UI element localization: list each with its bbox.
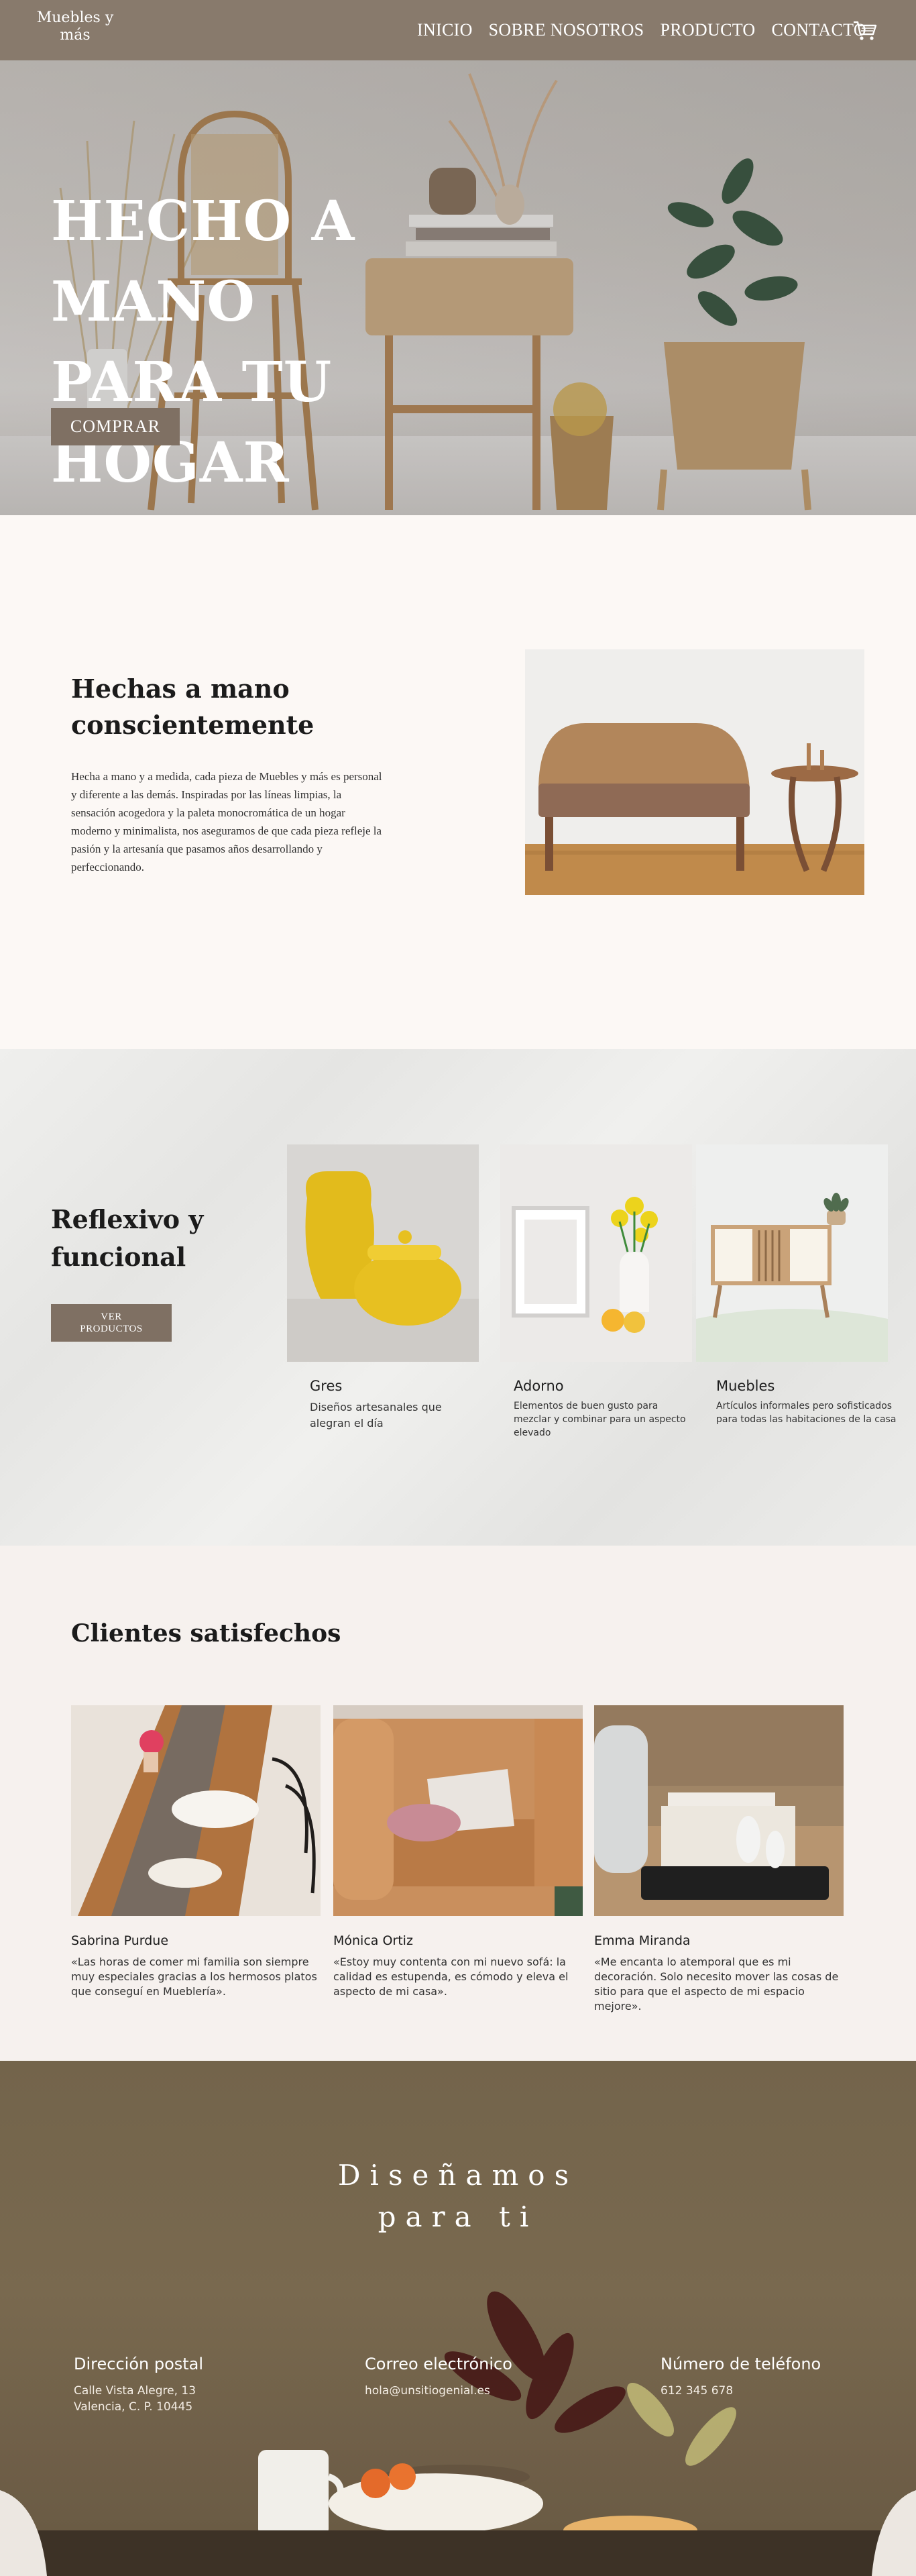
logo-line-1: Muebles y — [36, 9, 114, 26]
site-logo[interactable]: Muebles y más — [35, 9, 115, 44]
contact-footer: Diseñamos para ti Dirección postal Calle… — [0, 2061, 916, 2576]
testimonial-card: Emma Miranda «Me encanta lo atemporal qu… — [594, 1705, 844, 2012]
leather-sofa-image — [333, 1705, 583, 1916]
view-products-button[interactable]: VER PRODUCTOS — [51, 1304, 172, 1342]
nav-sobre-nosotros[interactable]: SOBRE NOSOTROS — [489, 20, 644, 40]
hero-title-line-1: HECHO A MANO — [51, 189, 355, 334]
about-section: Hechas a mano conscientemente Hecha a ma… — [0, 515, 916, 1049]
category-description: Artículos informales pero sofisticados p… — [716, 1401, 897, 1425]
decor-image — [500, 1144, 692, 1362]
shop-button[interactable]: COMPRAR — [51, 408, 180, 445]
category-description: Elementos de buen gusto para mezclar y c… — [514, 1401, 686, 1438]
decor-table-image — [594, 1705, 844, 1916]
category-card-gres[interactable]: Gres Diseños artesanales que alegran el … — [287, 1144, 479, 1430]
category-description: Diseños artesanales que alegran el día — [310, 1401, 442, 1430]
categories-heading: Reflexivo y funcional — [51, 1201, 252, 1276]
testimonials-section: Clientes satisfechos Sabrina Purdue «Las… — [0, 1546, 916, 2061]
phone-value[interactable]: 612 345 678 — [661, 2383, 821, 2399]
categories-section: Reflexivo y funcional VER PRODUCTOS Gres… — [0, 1049, 916, 1546]
testimonial-card: Sabrina Purdue «Las horas de comer mi fa… — [71, 1705, 321, 1998]
footer-title: Diseñamos para ti — [0, 2155, 916, 2238]
testimonial-name: Sabrina Purdue — [71, 1933, 169, 1948]
about-heading-line-1: Hechas a mano — [71, 674, 290, 704]
email-link[interactable]: hola@unsitiogenial.es — [365, 2383, 512, 2399]
categories-heading-line-1: Reflexivo y — [51, 1204, 204, 1234]
address-value: Calle Vista Alegre, 13 Valencia, C. P. 1… — [74, 2383, 203, 2415]
category-name: Adorno — [514, 1378, 564, 1394]
bench-image — [525, 649, 864, 895]
nav-contacto[interactable]: CONTACTO — [772, 20, 866, 40]
categories-heading-line-2: funcional — [51, 1242, 186, 1272]
main-nav: INICIO SOBRE NOSOTROS PRODUCTO CONTACTO — [417, 20, 882, 40]
about-paragraph: Hecha a mano y a medida, cada pieza de M… — [71, 770, 382, 873]
logo-line-2: más — [60, 27, 91, 44]
footer-title-line-1: Diseñamos — [337, 2159, 579, 2192]
view-products-line-2: PRODUCTOS — [80, 1324, 143, 1334]
category-card-muebles[interactable]: Muebles Artículos informales pero sofist… — [696, 1144, 896, 1425]
stoneware-image — [287, 1144, 479, 1362]
testimonial-name: Emma Miranda — [594, 1933, 691, 1948]
address-line-1: Calle Vista Alegre, 13 — [74, 2384, 196, 2398]
category-card-adorno[interactable]: Adorno Elementos de buen gusto para mezc… — [500, 1144, 692, 1438]
dining-table-image — [71, 1705, 321, 1916]
hero-title: HECHO A MANO PARA TU HOGAR — [51, 181, 520, 503]
nav-producto[interactable]: PRODUCTO — [660, 20, 755, 40]
address-line-2: Valencia, C. P. 10445 — [74, 2400, 193, 2414]
phone-label: Número de teléfono — [661, 2355, 821, 2373]
testimonial-quote: «Estoy muy contenta con mi nuevo sofá: l… — [333, 1955, 569, 1998]
footer-title-line-2: para ti — [378, 2200, 538, 2233]
address-column: Dirección postal Calle Vista Alegre, 13 … — [74, 2355, 203, 2415]
view-products-line-1: VER — [101, 1311, 122, 1322]
testimonial-quote: «Las horas de comer mi familia son siemp… — [71, 1955, 317, 1998]
email-label: Correo electrónico — [365, 2355, 512, 2373]
furniture-image — [696, 1144, 888, 1362]
testimonial-quote: «Me encanta lo atemporal que es mi decor… — [594, 1955, 839, 2012]
about-heading-line-2: conscientemente — [71, 710, 314, 740]
email-column: Correo electrónico hola@unsitiogenial.es — [365, 2355, 512, 2399]
phone-column: Número de teléfono 612 345 678 — [661, 2355, 821, 2399]
category-name: Muebles — [716, 1378, 775, 1394]
nav-inicio[interactable]: INICIO — [417, 20, 473, 40]
testimonial-name: Mónica Ortiz — [333, 1933, 413, 1948]
testimonial-card: Mónica Ortiz «Estoy muy contenta con mi … — [333, 1705, 583, 1998]
testimonials-heading: Clientes satisfechos — [71, 1619, 341, 1648]
footer-background-image — [0, 2061, 916, 2576]
shopping-cart-icon[interactable] — [853, 20, 877, 42]
address-label: Dirección postal — [74, 2355, 204, 2373]
about-heading: Hechas a mano conscientemente — [71, 671, 339, 743]
hero-section: HECHO A MANO PARA TU HOGAR COMPRAR — [0, 60, 916, 515]
site-header: Muebles y más INICIO SOBRE NOSOTROS PROD… — [0, 0, 916, 60]
category-name: Gres — [310, 1378, 343, 1394]
